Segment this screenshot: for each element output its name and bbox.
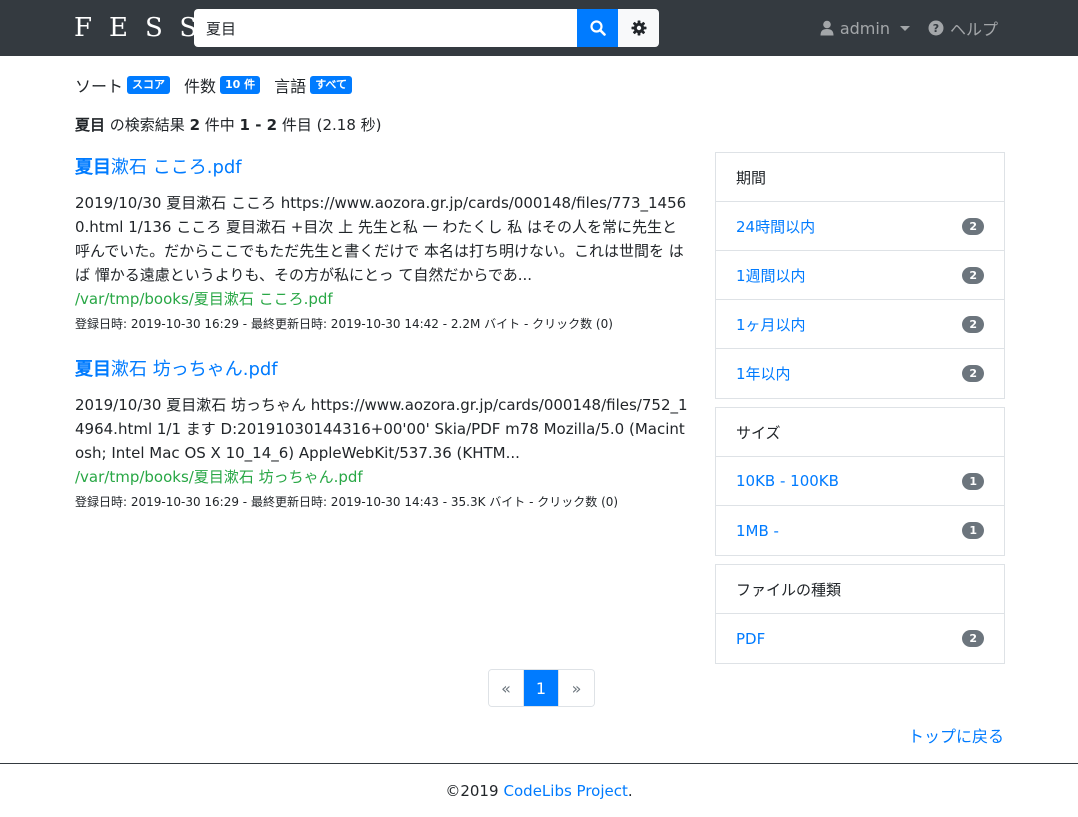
footer: ©2019 CodeLibs Project. <box>0 763 1078 817</box>
result-title-highlight: 夏目 <box>75 157 111 178</box>
count-badge: 10 件 <box>220 76 261 94</box>
sort-option[interactable]: ソート スコア <box>75 73 171 97</box>
facet-filetype: ファイルの種類 PDF 2 <box>715 564 1005 664</box>
sort-badge: スコア <box>127 76 171 94</box>
page-next-button[interactable]: » <box>559 670 594 706</box>
summary-query: 夏目 <box>75 116 106 134</box>
result-title-highlight: 夏目 <box>75 359 111 380</box>
facet-link[interactable]: 1週間以内 <box>736 265 806 286</box>
result-list: 夏目漱石 こころ.pdf 2019/10/30 夏目漱石 こころ https:/… <box>75 155 690 535</box>
svg-text:?: ? <box>933 22 939 35</box>
back-to-top-link[interactable]: トップに戻る <box>908 723 1004 747</box>
facet-item[interactable]: 24時間以内 2 <box>716 202 1004 251</box>
result-summary: 夏目 の検索結果 2 件中 1 - 2 件目 (2.18 秒) <box>75 114 382 135</box>
help-label: ヘルプ <box>949 20 998 39</box>
facet-link[interactable]: 1ヶ月以内 <box>736 314 806 335</box>
chevron-down-icon <box>899 25 910 31</box>
facet-link[interactable]: 10KB - 100KB <box>736 472 839 490</box>
facet-count-badge: 2 <box>962 266 984 284</box>
page-current-button[interactable]: 1 <box>524 670 559 706</box>
summary-total: 2 <box>189 116 200 134</box>
facet-size: サイズ 10KB - 100KB 1 1MB - 1 <box>715 407 1005 556</box>
summary-range: 1 - 2 <box>239 116 278 134</box>
search-button[interactable] <box>577 9 618 47</box>
result-meta: 登録日時: 2019-10-30 16:29 - 最終更新日時: 2019-10… <box>75 317 613 331</box>
gear-icon <box>631 20 646 36</box>
help-link[interactable]: ? ヘルプ <box>928 16 998 40</box>
pagination: « 1 » <box>488 669 595 707</box>
footer-suffix: . <box>627 781 633 800</box>
facet-count-badge: 2 <box>962 217 984 235</box>
result-url: /var/tmp/books/夏目漱石 坊っちゃん.pdf <box>75 468 363 486</box>
result-meta: 登録日時: 2019-10-30 16:29 - 最終更新日時: 2019-10… <box>75 495 619 509</box>
result-title-text: 漱石 こころ.pdf <box>111 157 242 178</box>
search-options: ソート スコア 件数 10 件 言語 すべて <box>75 73 366 97</box>
facet-sidebar: 期間 24時間以内 2 1週間以内 2 1ヶ月以内 2 1年以内 2 サイズ 1… <box>715 152 1005 672</box>
result-item: 夏目漱石 こころ.pdf 2019/10/30 夏目漱石 こころ https:/… <box>75 155 690 337</box>
footer-copyright: ©2019 <box>445 781 499 800</box>
facet-size-header: サイズ <box>716 408 1004 457</box>
language-badge: すべて <box>310 76 352 94</box>
summary-text-2: 件中 <box>200 116 240 134</box>
facet-item[interactable]: PDF 2 <box>716 614 1004 663</box>
language-option[interactable]: 言語 すべて <box>274 73 352 97</box>
user-icon <box>820 20 834 36</box>
result-title-link[interactable]: 夏目漱石 こころ.pdf <box>75 155 690 181</box>
facet-item[interactable]: 1年以内 2 <box>716 349 1004 398</box>
user-label: admin <box>839 18 890 38</box>
search-form <box>194 9 659 47</box>
facet-item[interactable]: 1MB - 1 <box>716 506 1004 555</box>
facet-item[interactable]: 1週間以内 2 <box>716 251 1004 300</box>
search-icon <box>589 20 606 36</box>
user-menu[interactable]: admin <box>820 19 910 38</box>
facet-link[interactable]: 1MB - <box>736 522 779 540</box>
page-prev-button[interactable]: « <box>489 670 524 706</box>
facet-link[interactable]: PDF <box>736 630 765 648</box>
count-option[interactable]: 件数 10 件 <box>184 73 261 97</box>
result-url: /var/tmp/books/夏目漱石 こころ.pdf <box>75 290 333 308</box>
nav-right: admin ? ヘルプ <box>820 0 998 56</box>
count-label: 件数 <box>184 77 217 96</box>
facet-link[interactable]: 24時間以内 <box>736 216 815 237</box>
facet-count-badge: 2 <box>962 315 984 333</box>
search-input[interactable] <box>194 9 577 47</box>
result-item: 夏目漱石 坊っちゃん.pdf 2019/10/30 夏目漱石 坊っちゃん htt… <box>75 357 690 515</box>
facet-count-badge: 2 <box>962 365 984 382</box>
facet-period-header: 期間 <box>716 153 1004 202</box>
facet-filetype-header: ファイルの種類 <box>716 565 1004 614</box>
navbar: FESS 夏目 admin ? ヘルプ <box>0 0 1078 56</box>
sort-label: ソート <box>75 77 124 96</box>
result-title-link[interactable]: 夏目漱石 坊っちゃん.pdf <box>75 357 690 383</box>
result-title-text: 漱石 坊っちゃん.pdf <box>111 359 278 380</box>
facet-item[interactable]: 1ヶ月以内 2 <box>716 300 1004 349</box>
facet-link[interactable]: 1年以内 <box>736 363 791 384</box>
result-snippet: 2019/10/30 夏目漱石 坊っちゃん https://www.aozora… <box>75 396 688 462</box>
facet-period: 期間 24時間以内 2 1週間以内 2 1ヶ月以内 2 1年以内 2 <box>715 152 1005 399</box>
settings-button[interactable] <box>618 9 659 47</box>
question-circle-icon: ? <box>928 20 944 36</box>
facet-count-badge: 2 <box>962 630 984 647</box>
facet-item[interactable]: 10KB - 100KB 1 <box>716 457 1004 506</box>
summary-text-3: 件目 (2.18 秒) <box>277 116 382 134</box>
facet-count-badge: 1 <box>962 522 984 539</box>
language-label: 言語 <box>274 77 307 96</box>
summary-text-1: の検索結果 <box>105 116 190 134</box>
footer-link[interactable]: CodeLibs Project <box>504 782 628 800</box>
facet-count-badge: 1 <box>962 472 984 490</box>
result-snippet: 2019/10/30 夏目漱石 こころ https://www.aozora.g… <box>75 194 687 284</box>
